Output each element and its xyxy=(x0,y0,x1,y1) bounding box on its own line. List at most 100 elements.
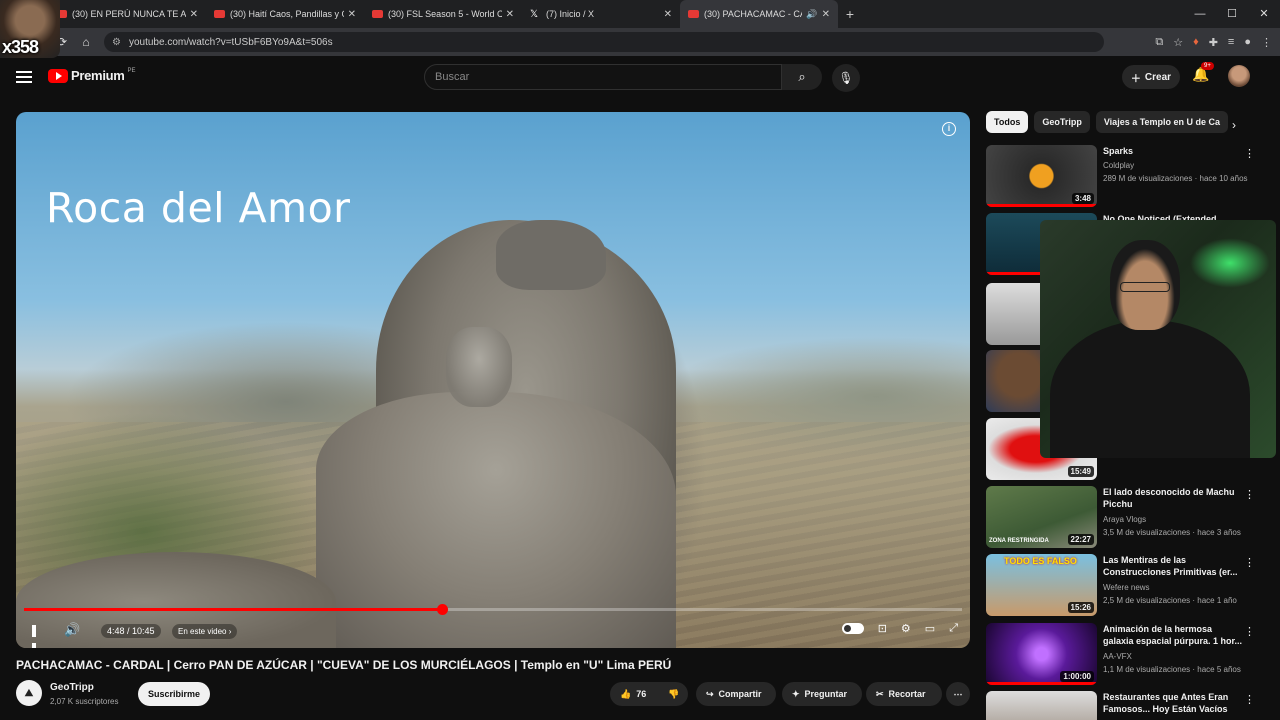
x-icon: 𝕏 xyxy=(530,8,539,20)
speaker-icon[interactable]: 🔊 xyxy=(806,9,817,20)
more-actions-button[interactable]: ⋯ xyxy=(946,682,970,706)
recommendation-item[interactable]: 1:00:00 Animación de la hermosa galaxia … xyxy=(986,623,1276,685)
fullscreen-icon[interactable]: ⤢ xyxy=(949,622,958,635)
browser-tab[interactable]: (30) EN PERÚ NUNCA TE ABUR ✕ xyxy=(48,0,206,28)
url-field[interactable]: ⚙ youtube.com/watch?v=tUSbF6BYo9A&t=506s xyxy=(104,32,1104,52)
chevron-right-icon[interactable]: › xyxy=(1232,118,1236,132)
browser-tab[interactable]: (30) Haití Caos, Pandillas y Cri ✕ xyxy=(206,0,364,28)
rec-title[interactable]: El lado desconocido de Machu Picchu xyxy=(1103,486,1243,510)
thumbnail-text: TODO ES FALSO xyxy=(1004,556,1077,566)
thumbnail-text: ZONA RESTRINGIDA xyxy=(989,538,1049,544)
voice-search-button[interactable]: 🎙 xyxy=(832,64,860,92)
account-avatar[interactable] xyxy=(1228,65,1250,87)
subtitles-icon[interactable]: ⊡ xyxy=(878,622,887,635)
volume-icon[interactable]: 🔊 xyxy=(64,622,80,638)
channel-name[interactable]: GeoTripp xyxy=(50,682,94,693)
browser-tab[interactable]: 𝕏 (7) Inicio / X ✕ xyxy=(522,0,680,28)
browser-tab-active[interactable]: (30) PACHACAMAC - CARD 🔊 ✕ xyxy=(680,0,838,28)
notification-count-badge: 9+ xyxy=(1201,62,1214,70)
rec-meta: 3,5 M de visualizaciones · hace 3 años xyxy=(1103,528,1241,537)
minimize-icon[interactable]: — xyxy=(1184,0,1216,28)
subscribe-button[interactable]: Suscribirme xyxy=(138,682,210,706)
more-vertical-icon[interactable]: ⋮ xyxy=(1244,147,1255,160)
browser-tab[interactable]: (30) FSL Season 5 - World Cha ✕ xyxy=(364,0,522,28)
video-thumbnail[interactable] xyxy=(986,691,1097,720)
time-display: 4:48 / 10:45 xyxy=(101,624,161,638)
youtube-logo[interactable]: Premium PE xyxy=(48,68,136,83)
theater-mode-icon[interactable]: ▭ xyxy=(925,622,935,635)
subscriber-count: 2,07 K suscriptores xyxy=(50,697,119,706)
extension-icon[interactable]: ♦ xyxy=(1193,36,1199,48)
maximize-icon[interactable]: ☐ xyxy=(1216,0,1248,28)
player-controls: 🔊 4:48 / 10:45 En este video › ⊡ ⚙ ▭ ⤢ xyxy=(16,616,970,648)
clip-button[interactable]: ✂ Recortar xyxy=(866,682,942,706)
plus-icon: ＋ xyxy=(1130,73,1141,85)
video-thumbnail[interactable]: 1:00:00 xyxy=(986,623,1097,685)
recommendation-item[interactable]: ZONA RESTRINGIDA 22:27 El lado desconoci… xyxy=(986,486,1276,548)
new-tab-icon[interactable]: + xyxy=(838,6,862,22)
rec-channel[interactable]: Coldplay xyxy=(1103,161,1134,170)
close-window-icon[interactable]: ✕ xyxy=(1248,0,1280,28)
close-tab-icon[interactable]: ✕ xyxy=(348,9,356,20)
browser-menu-icon[interactable]: ⋮ xyxy=(1261,36,1272,49)
more-vertical-icon[interactable]: ⋮ xyxy=(1244,625,1255,638)
youtube-icon xyxy=(688,10,699,18)
progress-bar[interactable] xyxy=(24,604,962,615)
channel-avatar[interactable]: ⛰ xyxy=(16,680,42,706)
settings-gear-icon[interactable]: ⚙ xyxy=(901,622,911,635)
site-info-icon[interactable]: ⚙ xyxy=(112,37,121,48)
watched-progress xyxy=(986,682,1097,685)
rec-title[interactable]: Animación de la hermosa galaxia espacial… xyxy=(1103,623,1243,647)
extensions-puzzle-icon[interactable]: ✚ xyxy=(1209,36,1218,49)
rec-title[interactable]: Sparks xyxy=(1103,145,1243,157)
chip-viajes[interactable]: Viajes a Templo en U de Ca xyxy=(1095,111,1229,133)
bookmark-star-icon[interactable]: ☆ xyxy=(1173,36,1183,49)
recommendation-item[interactable]: TODO ES FALSO 15:26 Las Mentiras de las … xyxy=(986,554,1276,616)
create-button[interactable]: ＋ Crear xyxy=(1122,65,1180,89)
more-vertical-icon[interactable]: ⋮ xyxy=(1244,488,1255,501)
close-tab-icon[interactable]: ✕ xyxy=(822,9,830,20)
chip-geotripp[interactable]: GeoTripp xyxy=(1034,111,1090,133)
like-count[interactable]: 76 xyxy=(636,689,646,699)
more-vertical-icon[interactable]: ⋮ xyxy=(1244,693,1255,706)
rec-channel[interactable]: Araya Vlogs xyxy=(1103,515,1146,524)
recommendation-item[interactable]: 3:48 Sparks Coldplay 289 M de visualizac… xyxy=(986,145,1276,207)
video-thumbnail[interactable]: TODO ES FALSO 15:26 xyxy=(986,554,1097,616)
browser-address-bar: ⟳ ⌂ ⚙ youtube.com/watch?v=tUSbF6BYo9A&t=… xyxy=(0,28,1280,56)
hamburger-menu-icon[interactable] xyxy=(16,68,32,84)
video-thumbnail[interactable]: ZONA RESTRINGIDA 22:27 xyxy=(986,486,1097,548)
close-tab-icon[interactable]: ✕ xyxy=(190,9,198,20)
more-vertical-icon[interactable]: ⋮ xyxy=(1244,556,1255,569)
autoplay-toggle[interactable] xyxy=(841,623,864,634)
info-icon[interactable]: i xyxy=(942,122,956,136)
notifications-button[interactable]: 🔔 9+ xyxy=(1192,62,1214,83)
home-icon[interactable]: ⌂ xyxy=(74,35,98,49)
rec-meta: 2,5 M de visualizaciones · hace 1 año xyxy=(1103,596,1237,605)
pause-icon[interactable] xyxy=(32,624,44,648)
close-tab-icon[interactable]: ✕ xyxy=(506,9,514,20)
youtube-icon xyxy=(214,10,225,18)
share-button[interactable]: ↪ Compartir xyxy=(696,682,776,706)
video-thumbnail[interactable]: 3:48 xyxy=(986,145,1097,207)
like-icon[interactable]: 👍 xyxy=(620,689,631,700)
rec-channel[interactable]: Wefere news xyxy=(1103,583,1150,592)
chip-todos[interactable]: Todos xyxy=(986,111,1029,133)
glasses xyxy=(1120,282,1170,292)
install-app-icon[interactable]: ⧉ xyxy=(1155,36,1163,49)
search-input[interactable]: Buscar xyxy=(424,64,782,90)
sparkle-icon: ✦ xyxy=(792,688,800,699)
video-player[interactable]: Roca del Amor i 🔊 4:48 / 10:45 En este v… xyxy=(16,112,970,648)
profile-icon[interactable]: ● xyxy=(1244,36,1251,48)
chapter-button[interactable]: En este video › xyxy=(172,624,238,639)
rec-title[interactable]: Las Mentiras de las Construcciones Primi… xyxy=(1103,554,1243,578)
search-button[interactable]: ⌕ xyxy=(782,64,822,90)
like-dislike-group: 👍 76 👎 xyxy=(610,682,688,706)
rec-title[interactable]: Restaurantes que Antes Eran Famosos... H… xyxy=(1103,691,1243,715)
youtube-icon xyxy=(372,10,383,18)
media-control-icon[interactable]: ≡ xyxy=(1228,36,1234,48)
dislike-icon[interactable]: 👎 xyxy=(668,689,679,700)
close-tab-icon[interactable]: ✕ xyxy=(664,9,672,20)
ask-button[interactable]: ✦ Preguntar xyxy=(782,682,862,706)
recommendation-item[interactable]: Restaurantes que Antes Eran Famosos... H… xyxy=(986,691,1276,720)
rec-channel[interactable]: AA-VFX xyxy=(1103,652,1132,661)
